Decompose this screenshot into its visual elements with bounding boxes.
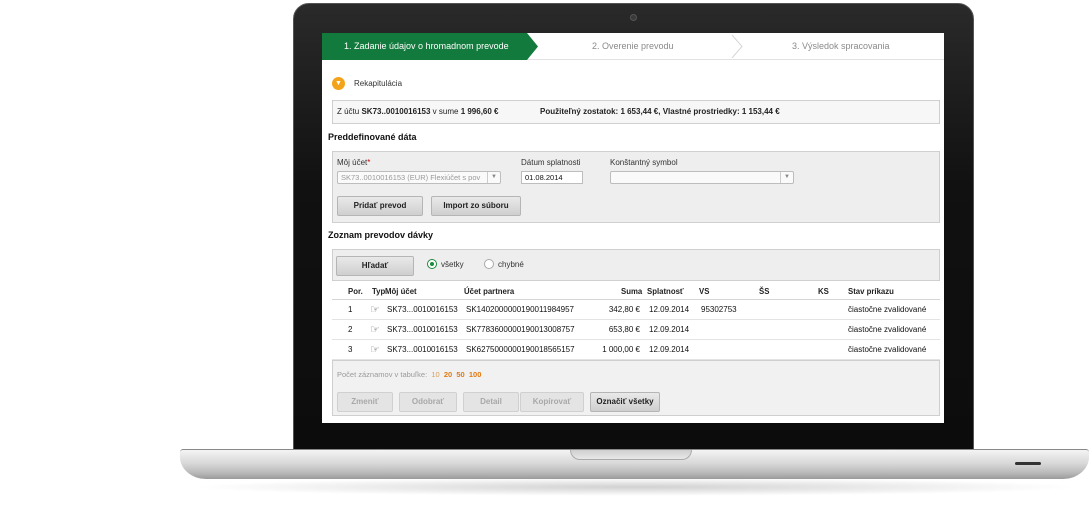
col-due: Splatnosť [647,287,684,296]
transfer-type-icon: ☞ [370,304,380,316]
screen: 1. Zadanie údajov o hromadnom prevode 2.… [322,33,944,423]
col-ks: KS [818,287,829,296]
pager-option-50[interactable]: 50 [456,370,464,379]
cell-due: 12.09.2014 [649,345,690,354]
col-ss: ŠS [759,287,770,296]
required-mark: * [367,158,371,167]
step-3: 3. Výsledok spracovania [792,41,890,51]
cell-account: SK73...0010016153 [387,325,458,334]
import-file-button[interactable]: Import zo súboru [431,196,521,216]
predefined-panel: Môj účet* SK73..0010016153 (EUR) Flexiúč… [332,151,940,223]
col-partner: Účet partnera [464,287,515,296]
summary-mid: v sume [432,107,459,116]
cell-amount: 1 000,00 € [602,345,640,354]
cell-status: čiastočne zvalidované [848,305,927,314]
filter-errors-label: chybné [498,259,524,269]
chevron-down-icon: ▼ [780,172,793,183]
col-por: Por. [348,287,363,296]
recap-label: Rekapitulácia [354,78,403,88]
remove-button[interactable]: Odobrať [399,392,457,412]
filter-errors[interactable]: chybné [484,259,524,269]
available-label: Použiteľný zostatok: [540,107,619,116]
transfer-type-icon: ☞ [370,344,380,356]
table-footer-panel: Počet záznamov v tabuľke: 10 20 50 100 Z… [332,360,940,416]
available-value: 1 653,44 € [620,107,659,116]
predefined-title: Preddefinované dáta [328,132,417,142]
pager-option-100[interactable]: 100 [469,370,482,379]
cell-por: 3 [348,345,353,354]
radio-checked-icon [427,259,437,269]
laptop-notch [570,450,692,460]
col-amount: Suma [621,287,643,296]
transfer-type-icon: ☞ [370,324,380,336]
step-1: 1. Zadanie údajov o hromadnom prevode [322,33,538,60]
chevron-down-icon: ▼ [332,76,345,90]
select-all-button[interactable]: Označiť všetky [590,392,660,412]
filter-all-label: všetky [441,259,464,269]
col-type: Typ [372,287,386,296]
cell-due: 12.09.2014 [649,325,690,334]
laptop-base [180,449,1089,479]
cell-status: čiastočne zvalidované [848,325,927,334]
detail-button[interactable]: Detail [463,392,519,412]
cell-por: 1 [348,305,353,314]
cell-account: SK73...0010016153 [387,305,458,314]
cell-partner: SK1402000000190011984957 [466,305,574,314]
filter-panel: Hľadať všetky chybné [332,249,940,281]
cell-vs: 95302753 [701,305,737,314]
search-button[interactable]: Hľadať [336,256,414,276]
change-button[interactable]: Zmeniť [337,392,393,412]
laptop-shadow [190,478,1080,496]
step-separator-icon [731,35,743,58]
own-label: , Vlastné prostriedky: [658,107,740,116]
step-2: 2. Overenie prevodu [592,41,674,51]
ks-select[interactable]: ▼ [610,171,794,184]
due-date-label: Dátum splatnosti [521,158,581,167]
cell-partner: SK7783600000190013008757 [466,325,575,334]
laptop-led [1015,462,1041,465]
account-label-text: Môj účet [337,158,368,167]
summary-amount: 1 996,60 € [460,107,499,116]
copy-button[interactable]: Kopírovať [520,392,584,412]
table-row[interactable]: 2 ☞ SK73...0010016153 SK7783600000190013… [332,320,940,340]
list-title: Zoznam prevodov dávky [328,230,434,240]
radio-unchecked-icon [484,259,494,269]
camera-icon [630,14,637,21]
summary-bar: Z účtu SK73..0010016153 v sume 1 996,60 … [332,100,940,124]
summary-prefix: Z účtu [337,107,360,116]
ks-label: Konštantný symbol [610,158,678,167]
recap-toggle[interactable]: ▼ Rekapitulácia [332,76,402,90]
account-label: Môj účet* [337,158,370,167]
col-status: Stav príkazu [848,287,894,296]
summary-balance: Použiteľný zostatok: 1 653,44 €, Vlastné… [540,101,780,123]
table-row[interactable]: 1 ☞ SK73...0010016153 SK1402000000190011… [332,300,940,320]
pager: Počet záznamov v tabuľke: 10 20 50 100 [337,370,481,379]
add-transfer-button[interactable]: Pridať prevod [337,196,423,216]
cell-amount: 653,80 € [608,325,640,334]
cell-amount: 342,80 € [608,305,640,314]
wizard-steps: 1. Zadanie údajov o hromadnom prevode 2.… [322,33,944,60]
table-header: Por. Typ Môj účet Účet partnera Suma Spl… [332,283,940,300]
pager-label: Počet záznamov v tabuľke: [337,370,428,379]
cell-account: SK73...0010016153 [387,345,458,354]
chevron-down-icon: ▼ [487,172,500,183]
col-vs: VS [699,287,710,296]
cell-due: 12.09.2014 [649,305,690,314]
cell-por: 2 [348,325,353,334]
table-row[interactable]: 3 ☞ SK73...0010016153 SK6275000000190018… [332,340,940,360]
summary-account: SK73..0010016153 [361,107,431,116]
pager-option-10[interactable]: 10 [431,370,439,379]
cell-partner: SK6275000000190018565157 [466,345,575,354]
col-account: Môj účet [385,287,417,296]
account-select-value: SK73..0010016153 (EUR) Flexiúčet s pov [341,173,481,182]
summary-source: Z účtu SK73..0010016153 v sume 1 996,60 … [337,101,499,123]
account-select[interactable]: SK73..0010016153 (EUR) Flexiúčet s pov ▼ [337,171,501,184]
own-value: 1 153,44 € [741,107,780,116]
pager-option-20[interactable]: 20 [444,370,452,379]
cell-status: čiastočne zvalidované [848,345,927,354]
due-date-input[interactable]: 01.08.2014 [521,171,583,184]
filter-all[interactable]: všetky [427,259,464,269]
